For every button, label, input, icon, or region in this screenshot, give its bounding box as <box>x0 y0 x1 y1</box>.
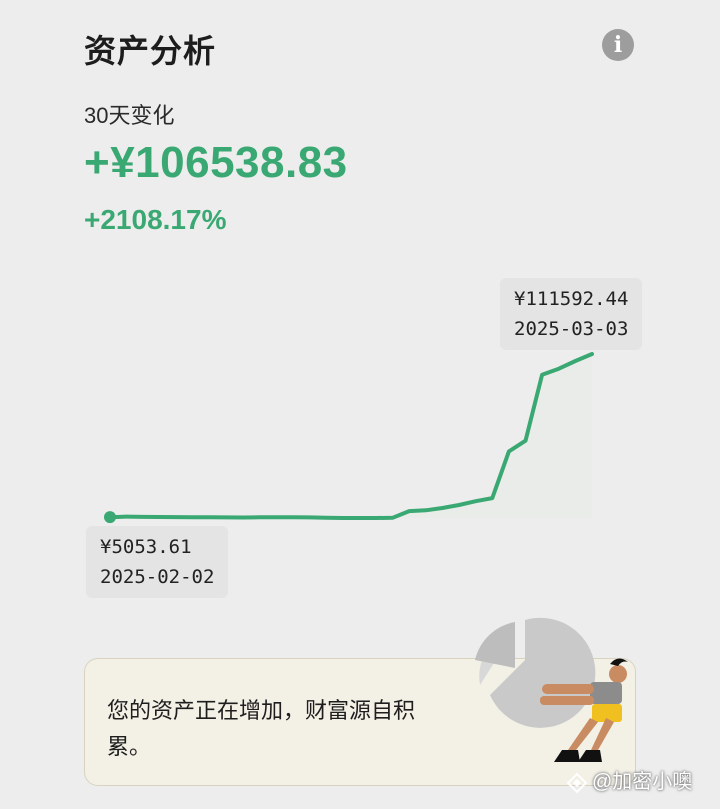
chart-area-fill <box>110 354 592 518</box>
min-value-text: ¥5053.61 <box>100 536 192 558</box>
period-label: 30天变化 <box>84 103 175 128</box>
max-value-text: ¥111592.44 <box>514 288 629 310</box>
chart-start-point <box>104 511 116 524</box>
max-date-text: 2025-03-03 <box>514 318 629 340</box>
change-percent: +2108.17% <box>84 204 227 235</box>
chart-series-line <box>108 352 594 520</box>
page-title: 资产分析 <box>84 33 217 69</box>
watermark: @加密小噢 <box>566 765 692 794</box>
diamond-logo-icon <box>566 772 588 794</box>
min-value-tooltip: ¥5053.61 2025-02-02 <box>86 526 229 598</box>
change-amount: +¥106538.83 <box>84 138 348 187</box>
watermark-text: @加密小噢 <box>592 771 693 793</box>
info-icon[interactable]: i <box>602 29 634 61</box>
min-date-text: 2025-02-02 <box>100 566 215 588</box>
message-text: 您的资产正在增加，财富源自积累。 <box>107 698 416 759</box>
max-value-tooltip: ¥111592.44 2025-03-03 <box>500 278 643 350</box>
person-with-pie-chart-illustration <box>475 617 628 762</box>
